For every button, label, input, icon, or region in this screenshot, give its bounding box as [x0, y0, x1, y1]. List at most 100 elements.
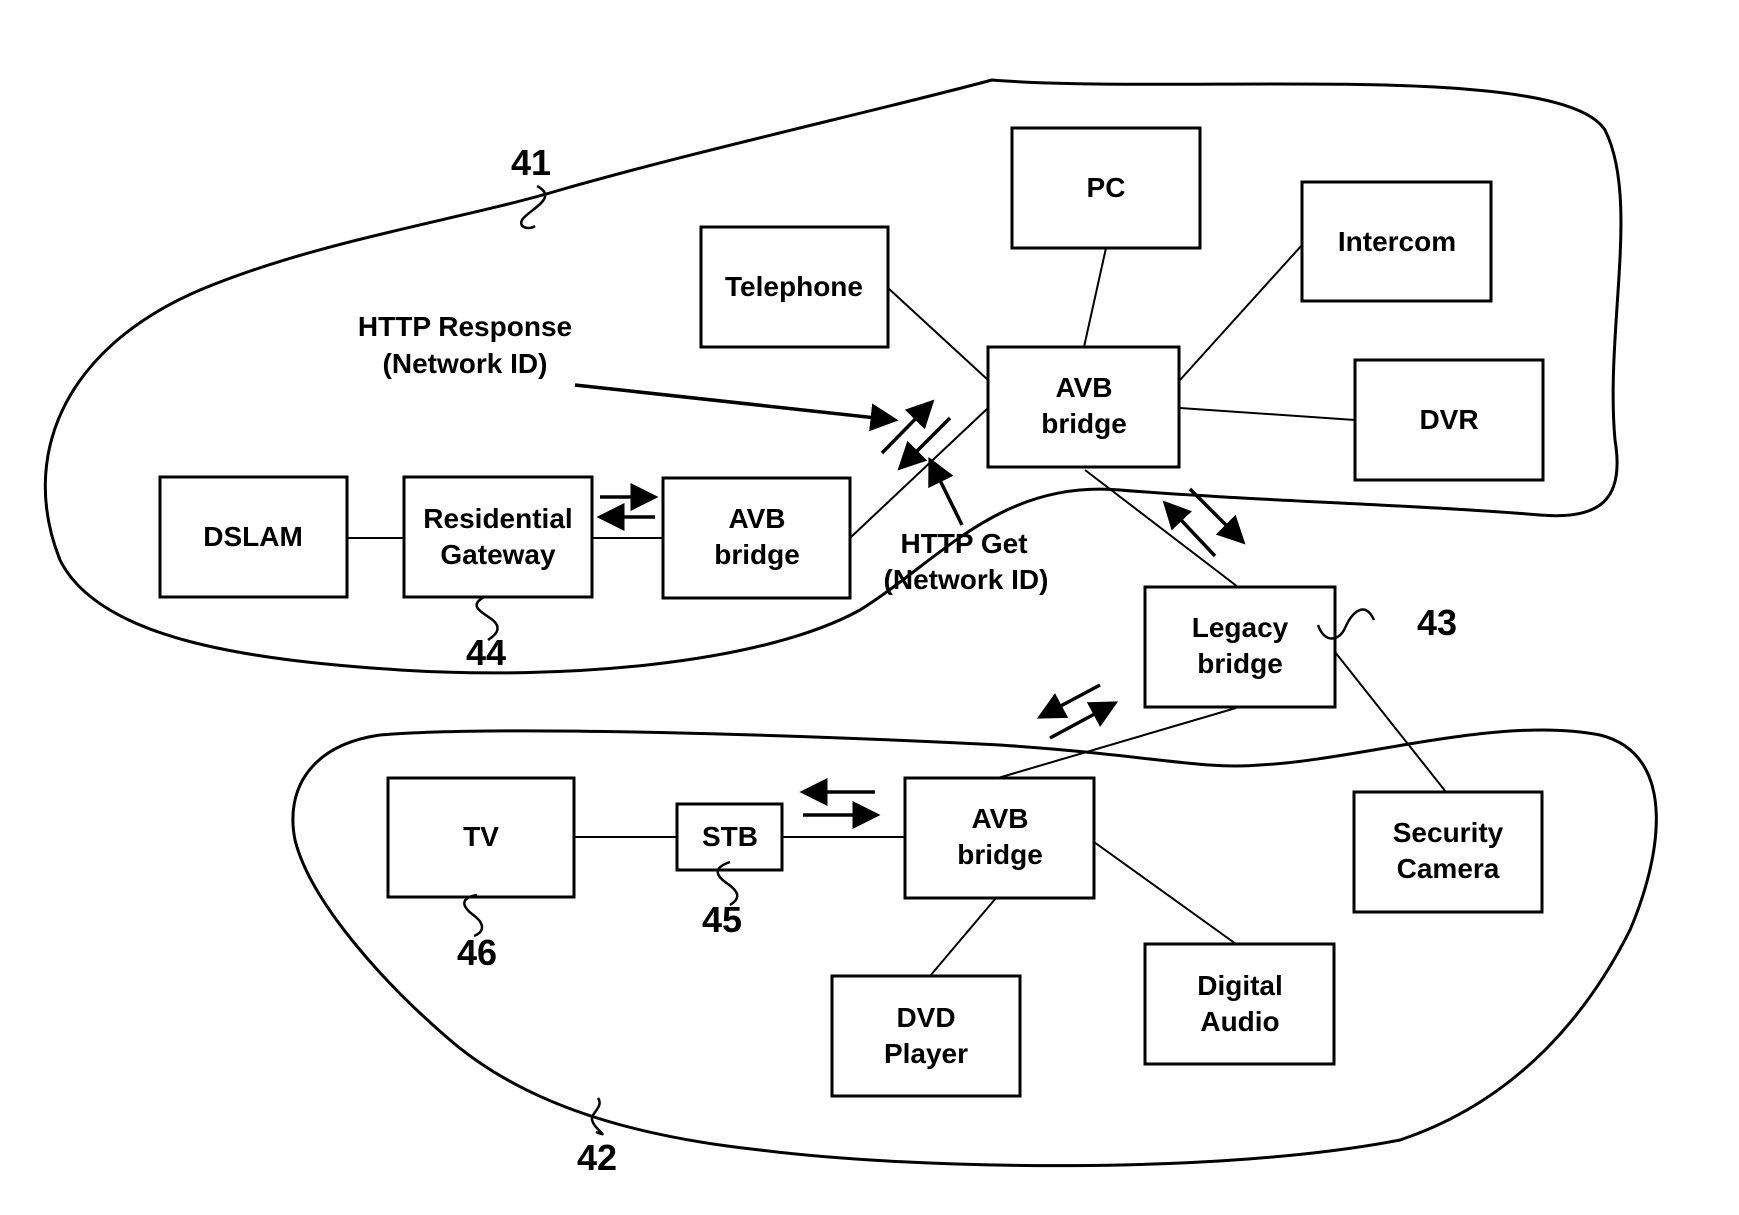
- node-label: Intercom: [1338, 226, 1456, 257]
- node-label: AVB: [971, 803, 1028, 834]
- leader-squiggle: [463, 893, 484, 938]
- svg-text:Gateway: Gateway: [440, 539, 556, 570]
- svg-text:STB: STB: [702, 821, 758, 852]
- edge-legacy-security: [1334, 651, 1447, 793]
- leader-squiggle: [590, 1097, 604, 1136]
- ref-43: 43: [1316, 602, 1457, 643]
- svg-text:Digital: Digital: [1197, 970, 1283, 1001]
- annotation-line: (Network ID): [884, 564, 1049, 595]
- node-label: bridge: [1041, 408, 1127, 439]
- ref-number: 44: [466, 632, 506, 673]
- svg-text:Camera: Camera: [1397, 853, 1500, 884]
- svg-text:bridge: bridge: [1041, 408, 1127, 439]
- ref-41: 41: [511, 142, 551, 230]
- ref-45: 45: [702, 860, 742, 940]
- node-avb-bridge-top: AVB bridge: [986, 345, 1181, 469]
- svg-text:DVD: DVD: [896, 1002, 955, 1033]
- svg-text:Residential: Residential: [423, 503, 572, 534]
- node-label: AVB: [1055, 372, 1112, 403]
- ref-number: 41: [511, 142, 551, 183]
- arrow-http-response-pointer: [574, 383, 899, 432]
- ref-number: 45: [702, 899, 742, 940]
- svg-text:Telephone: Telephone: [725, 271, 863, 302]
- node-dvd-player: DVD Player: [830, 974, 1022, 1098]
- ref-number: 43: [1417, 602, 1457, 643]
- node-tv: TV: [386, 776, 576, 899]
- node-label: Gateway: [440, 539, 556, 570]
- node-label: Digital: [1197, 970, 1283, 1001]
- svg-text:AVB: AVB: [971, 803, 1028, 834]
- svg-text:(Network ID): (Network ID): [884, 564, 1049, 595]
- annotation-http-get: HTTP Get (Network ID): [884, 528, 1049, 595]
- svg-text:bridge: bridge: [714, 539, 800, 570]
- node-label: TV: [463, 821, 499, 852]
- node-label: bridge: [714, 539, 800, 570]
- svg-text:AVB: AVB: [728, 503, 785, 534]
- node-label: bridge: [1197, 648, 1283, 679]
- edge-telephone-avb: [887, 287, 989, 381]
- node-avb-bridge-bottom: AVB bridge: [903, 776, 1096, 900]
- node-label: PC: [1087, 172, 1126, 203]
- node-legacy-bridge: Legacy bridge: [1143, 585, 1337, 709]
- arrow-from-legacy-up: [1162, 500, 1217, 558]
- svg-text:(Network ID): (Network ID): [383, 348, 548, 379]
- node-residential-gateway: Residential Gateway: [402, 475, 594, 599]
- ref-number: 46: [457, 932, 497, 973]
- node-intercom: Intercom: [1300, 180, 1493, 303]
- node-label: Residential: [423, 503, 572, 534]
- ref-46: 46: [457, 893, 497, 973]
- node-label: Player: [884, 1038, 968, 1069]
- node-pc: PC: [1010, 126, 1202, 250]
- node-security-camera: Security Camera: [1352, 790, 1544, 914]
- node-label: Legacy: [1192, 612, 1289, 643]
- node-label: Camera: [1397, 853, 1500, 884]
- node-label: bridge: [957, 839, 1043, 870]
- edge-avb-dvd: [929, 897, 997, 977]
- svg-text:Audio: Audio: [1200, 1006, 1279, 1037]
- svg-text:Security: Security: [1393, 817, 1504, 848]
- edge-pc-avb: [1083, 247, 1107, 348]
- node-label: DSLAM: [203, 521, 303, 552]
- node-label: Security: [1393, 817, 1504, 848]
- edge-avb-legacy: [1084, 469, 1239, 588]
- svg-text:AVB: AVB: [1055, 372, 1112, 403]
- ref-42: 42: [577, 1097, 617, 1178]
- node-label: STB: [702, 821, 758, 852]
- svg-text:HTTP Response: HTTP Response: [358, 311, 572, 342]
- annotation-http-response: HTTP Response (Network ID): [358, 311, 572, 379]
- arrow-legacy-down-left: [1036, 683, 1101, 719]
- annotation-line: HTTP Response: [358, 311, 572, 342]
- svg-text:TV: TV: [463, 821, 499, 852]
- svg-text:Intercom: Intercom: [1338, 226, 1456, 257]
- svg-text:Legacy: Legacy: [1192, 612, 1289, 643]
- svg-text:Player: Player: [884, 1038, 968, 1069]
- node-label: Audio: [1200, 1006, 1279, 1037]
- node-telephone: Telephone: [699, 225, 890, 349]
- node-label: AVB: [728, 503, 785, 534]
- svg-text:DSLAM: DSLAM: [203, 521, 303, 552]
- node-stb: STB: [675, 802, 784, 872]
- ref-number: 42: [577, 1137, 617, 1178]
- annotation-line: HTTP Get: [900, 528, 1027, 559]
- edge-legacy-avb-bottom: [997, 707, 1237, 779]
- svg-text:bridge: bridge: [1197, 648, 1283, 679]
- node-digital-audio: Digital Audio: [1143, 942, 1336, 1066]
- node-dslam: DSLAM: [158, 475, 349, 599]
- svg-text:HTTP Get: HTTP Get: [900, 528, 1027, 559]
- node-avb-bridge-left: AVB bridge: [661, 476, 852, 600]
- edge-avb-avb-left: [849, 407, 989, 539]
- network-diagram: Telephone PC Intercom AVB bridge DVR DSL…: [43, 78, 1658, 1178]
- annotation-line: (Network ID): [383, 348, 548, 379]
- node-label: DVD: [896, 1002, 955, 1033]
- node-dvr: DVR: [1353, 358, 1545, 482]
- leader-squiggle: [519, 184, 547, 230]
- edge-intercom-avb: [1179, 244, 1303, 381]
- arrow-http-get-pointer: [928, 456, 964, 526]
- edge-avb-audio: [1093, 841, 1237, 945]
- svg-text:PC: PC: [1087, 172, 1126, 203]
- edge-dvr-avb: [1179, 407, 1356, 421]
- svg-text:DVR: DVR: [1419, 404, 1478, 435]
- node-label: DVR: [1419, 404, 1478, 435]
- svg-text:bridge: bridge: [957, 839, 1043, 870]
- node-label: Telephone: [725, 271, 863, 302]
